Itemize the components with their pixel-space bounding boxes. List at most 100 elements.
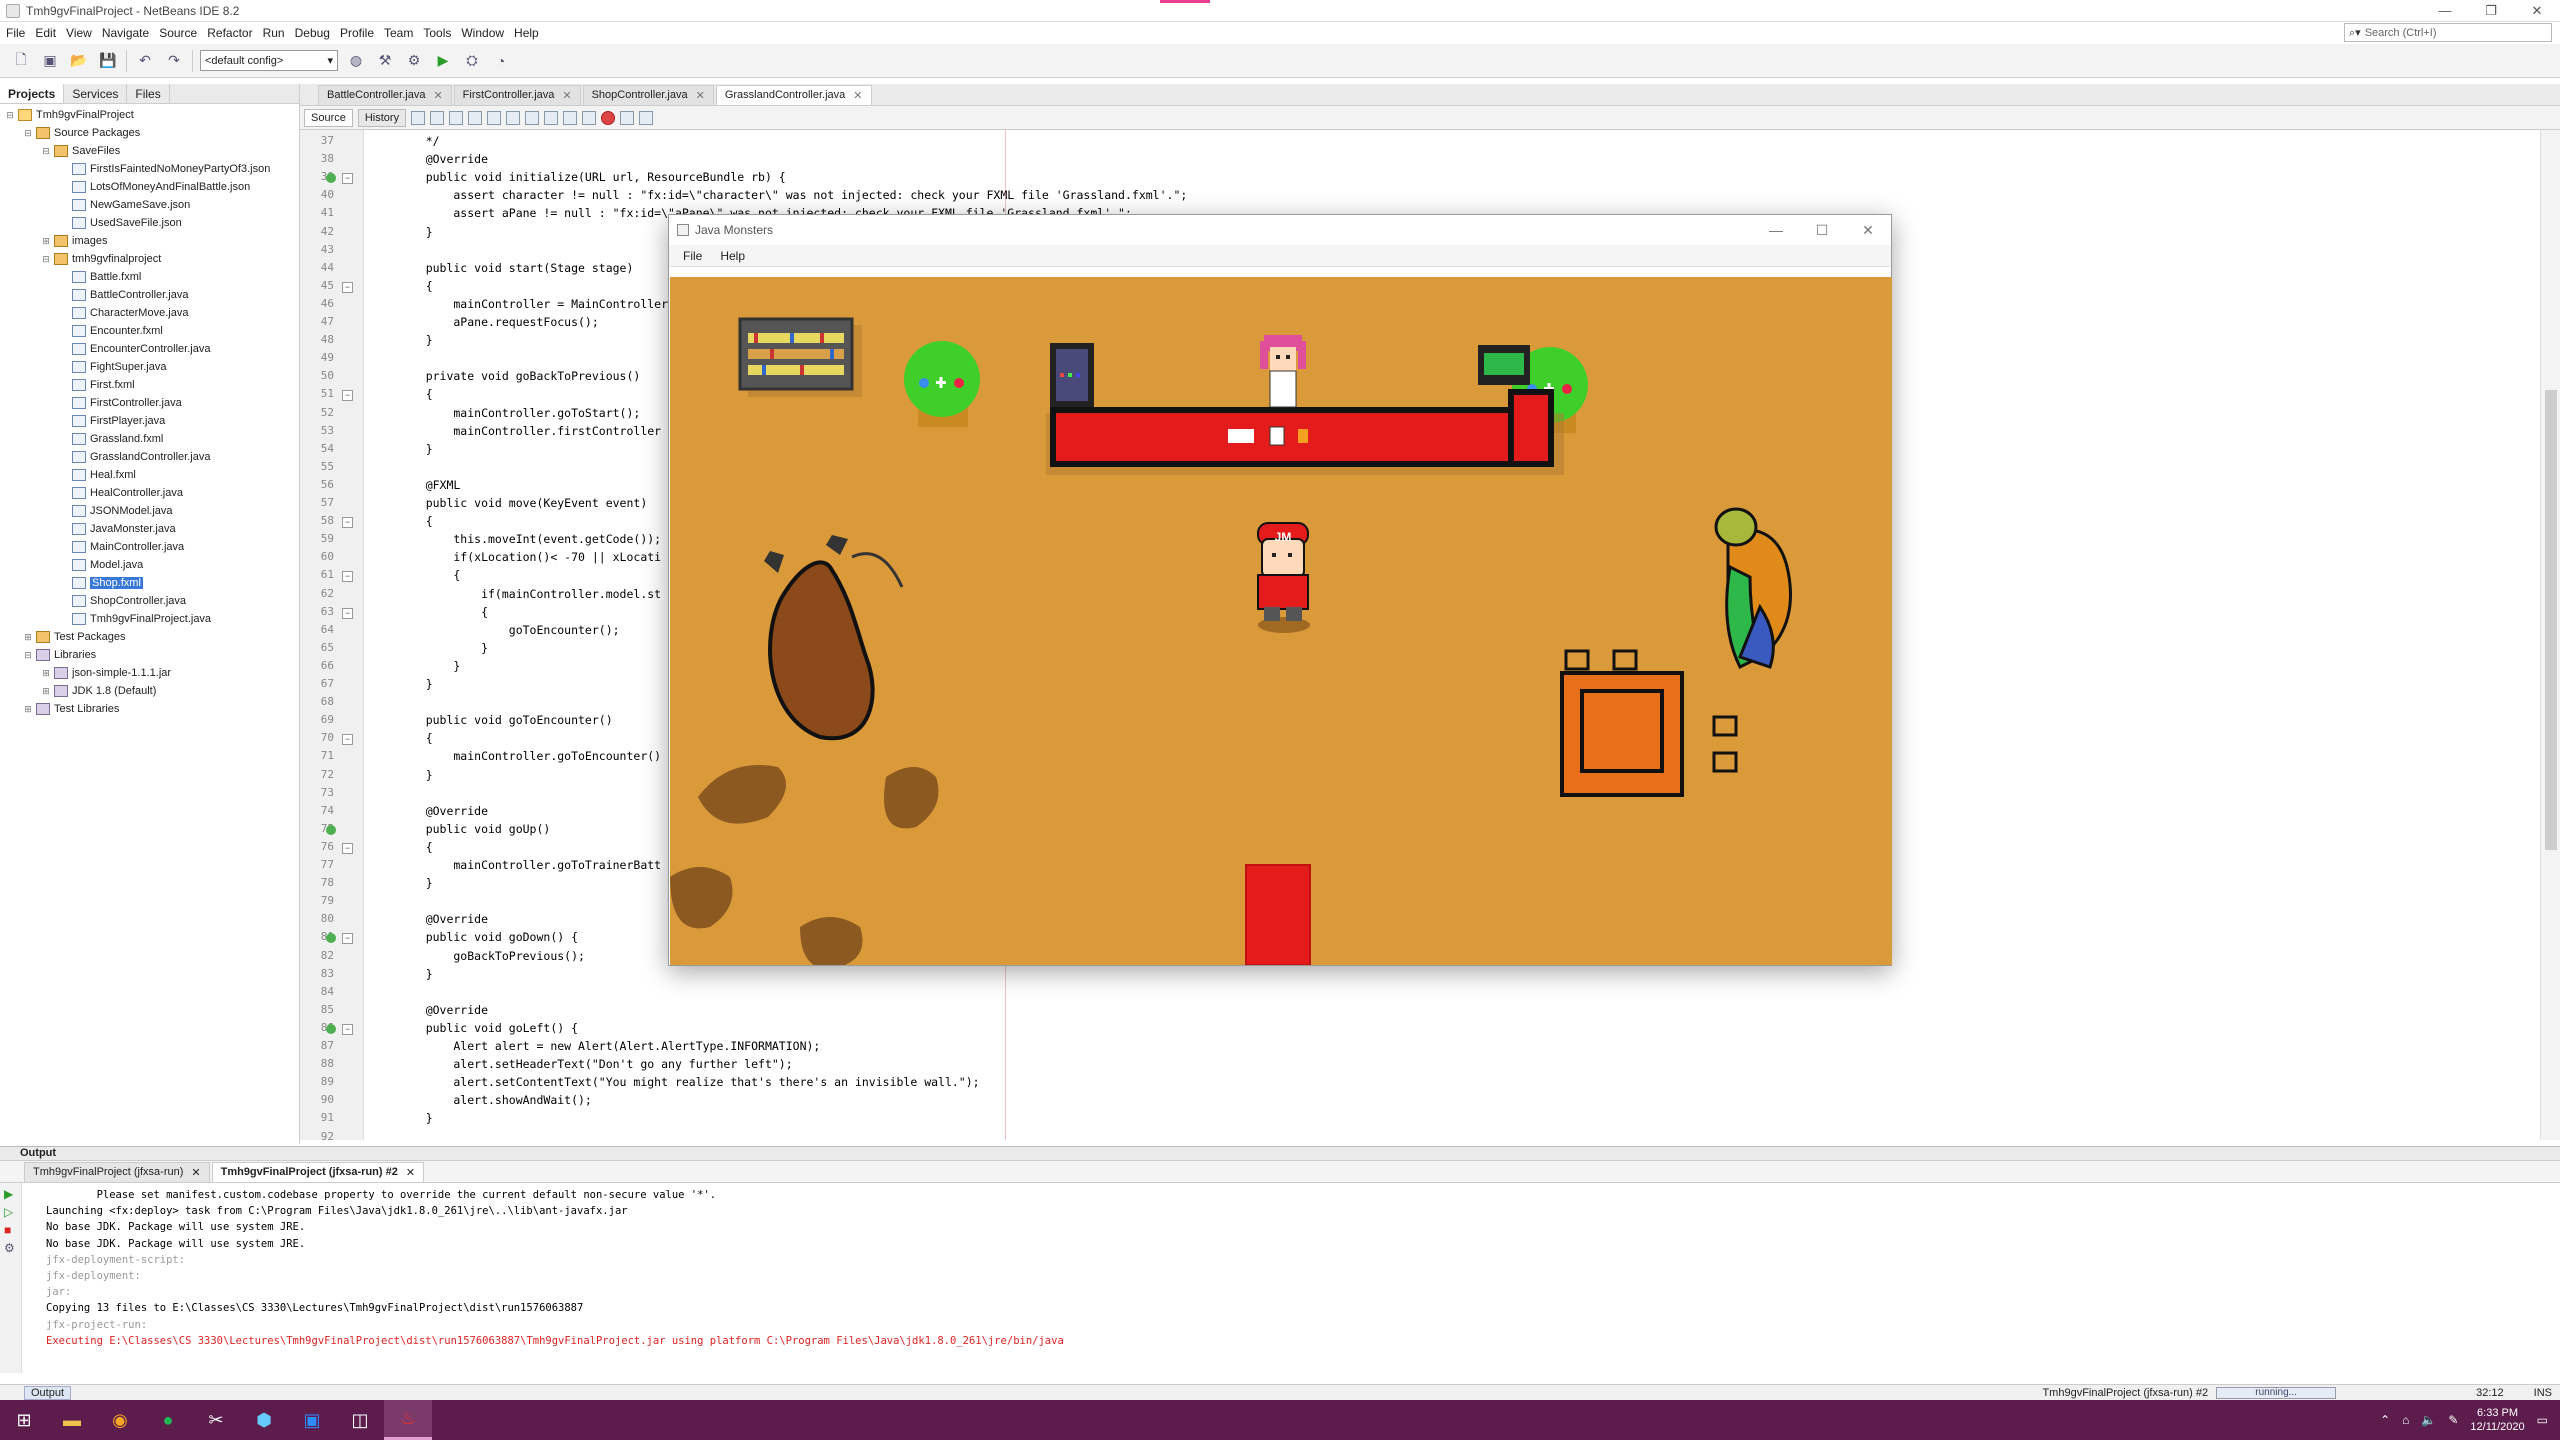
tree-node[interactable]: Grassland.fxml: [0, 430, 299, 448]
bookmark-icon[interactable]: [525, 110, 540, 125]
search-input[interactable]: ⌕▾ Search (Ctrl+I): [2344, 23, 2552, 42]
scroll-thumb[interactable]: [2545, 390, 2557, 850]
close-tab-icon[interactable]: ✕: [562, 89, 571, 102]
record-macro-icon[interactable]: [601, 110, 616, 125]
tree-node[interactable]: NewGameSave.json: [0, 196, 299, 214]
tree-node[interactable]: ⊟ Libraries: [0, 646, 299, 664]
menu-navigate[interactable]: Navigate: [102, 26, 149, 40]
menu-edit[interactable]: Edit: [35, 26, 56, 40]
close-tab-icon[interactable]: ✕: [406, 1166, 415, 1179]
tray-overflow-icon[interactable]: ⌃: [2380, 1413, 2390, 1427]
tree-node[interactable]: ⊞ JDK 1.8 (Default): [0, 682, 299, 700]
tree-node[interactable]: FirstController.java: [0, 394, 299, 412]
tree-node[interactable]: HealController.java: [0, 484, 299, 502]
save-all-icon[interactable]: 💾: [97, 50, 119, 72]
menu-window[interactable]: Window: [461, 26, 504, 40]
tree-node[interactable]: ⊞ Test Packages: [0, 628, 299, 646]
rerun-with-options-icon[interactable]: ▷: [4, 1205, 17, 1219]
pen-icon[interactable]: ✎: [2448, 1413, 2458, 1427]
editor-tab[interactable]: FirstController.java ✕: [453, 85, 581, 105]
game-window[interactable]: Java Monsters — ☐ ✕ File Help JM: [668, 214, 1892, 966]
override-marker-icon[interactable]: [326, 173, 336, 184]
spotify-icon[interactable]: ●: [144, 1400, 192, 1440]
tree-node[interactable]: MainController.java: [0, 538, 299, 556]
new-file-icon[interactable]: 🗋: [10, 50, 32, 72]
rerun-icon[interactable]: ▶: [4, 1187, 17, 1201]
menu-profile[interactable]: Profile: [340, 26, 374, 40]
tree-node[interactable]: ⊟ Tmh9gvFinalProject: [0, 106, 299, 124]
close-tab-icon[interactable]: ✕: [696, 89, 705, 102]
back-icon[interactable]: [411, 110, 426, 125]
output-tab[interactable]: Tmh9gvFinalProject (jfxsa-run) #2 ✕: [211, 1162, 425, 1182]
firefox-icon[interactable]: ◉: [96, 1400, 144, 1440]
expand-toggle-icon[interactable]: ⊞: [22, 704, 34, 715]
editor-tab[interactable]: GrasslandController.java ✕: [715, 85, 872, 105]
globe-icon[interactable]: ◍: [345, 50, 367, 72]
tree-node[interactable]: ⊟ Source Packages: [0, 124, 299, 142]
notifications-icon[interactable]: ▭: [2537, 1413, 2548, 1427]
clock[interactable]: 6:33 PM 12/11/2020: [2470, 1406, 2524, 1434]
undo-icon[interactable]: ↶: [134, 50, 156, 72]
tree-node[interactable]: GrasslandController.java: [0, 448, 299, 466]
tree-node[interactable]: LotsOfMoneyAndFinalBattle.json: [0, 178, 299, 196]
volume-icon[interactable]: 🔈: [2421, 1413, 2436, 1427]
clean-build-icon[interactable]: ⚙: [403, 50, 425, 72]
history-tab[interactable]: History: [357, 108, 407, 127]
fold-toggle-icon[interactable]: −: [342, 607, 353, 619]
debug-icon[interactable]: ⛭: [461, 50, 483, 72]
menu-tools[interactable]: Tools: [423, 26, 451, 40]
tree-node[interactable]: ⊞ json-simple-1.1.1.jar: [0, 664, 299, 682]
tree-node[interactable]: JavaMonster.java: [0, 520, 299, 538]
stop-icon[interactable]: ■: [4, 1223, 17, 1237]
tree-node[interactable]: Heal.fxml: [0, 466, 299, 484]
snipping-tool-icon[interactable]: ✂: [192, 1400, 240, 1440]
menu-debug[interactable]: Debug: [295, 26, 330, 40]
override-marker-icon[interactable]: [326, 933, 336, 944]
network-icon[interactable]: ⌂: [2402, 1413, 2409, 1427]
file-explorer-icon[interactable]: ▬: [48, 1400, 96, 1440]
fold-toggle-icon[interactable]: −: [342, 1023, 353, 1035]
tab-projects[interactable]: Projects: [0, 84, 65, 103]
output-toggle-button[interactable]: Output: [24, 1385, 72, 1400]
tree-node[interactable]: EncounterController.java: [0, 340, 299, 358]
expand-toggle-icon[interactable]: ⊞: [40, 236, 52, 247]
expand-toggle-icon[interactable]: ⊞: [40, 686, 52, 697]
minimize-button[interactable]: —: [2422, 3, 2468, 19]
fold-toggle-icon[interactable]: −: [342, 517, 353, 529]
menu-view[interactable]: View: [66, 26, 92, 40]
fold-toggle-icon[interactable]: −: [342, 281, 353, 293]
expand-toggle-icon[interactable]: ⊟: [22, 650, 34, 661]
shop-scene[interactable]: JM: [670, 277, 1892, 965]
tree-node[interactable]: ⊟ tmh9gvfinalproject: [0, 250, 299, 268]
toggle-highlight-icon[interactable]: [506, 110, 521, 125]
expand-toggle-icon[interactable]: ⊟: [40, 254, 52, 265]
fold-toggle-icon[interactable]: −: [342, 173, 353, 185]
game-minimize-button[interactable]: —: [1753, 222, 1799, 239]
expand-toggle-icon[interactable]: ⊞: [22, 632, 34, 643]
tree-node[interactable]: ⊟ SaveFiles: [0, 142, 299, 160]
find-next-icon[interactable]: [487, 110, 502, 125]
new-project-icon[interactable]: ▣: [39, 50, 61, 72]
tree-node[interactable]: Shop.fxml: [0, 574, 299, 592]
editor-scrollbar[interactable]: [2540, 130, 2560, 1140]
shift-left-icon[interactable]: [544, 110, 559, 125]
override-marker-icon[interactable]: [326, 824, 336, 835]
expand-toggle-icon[interactable]: ⊟: [4, 110, 16, 121]
tree-node[interactable]: Battle.fxml: [0, 268, 299, 286]
editor-tab[interactable]: BattleController.java ✕: [318, 85, 452, 105]
tab-services[interactable]: Services: [64, 84, 128, 103]
close-tab-icon[interactable]: ✕: [433, 89, 442, 102]
menu-help[interactable]: Help: [514, 26, 539, 40]
tree-node[interactable]: Encounter.fxml: [0, 322, 299, 340]
tree-node[interactable]: BattleController.java: [0, 286, 299, 304]
game-window-titlebar[interactable]: Java Monsters — ☐ ✕: [669, 215, 1891, 245]
tree-node[interactable]: FirstIsFaintedNoMoneyPartyOf3.json: [0, 160, 299, 178]
shift-right-icon[interactable]: [563, 110, 578, 125]
override-marker-icon[interactable]: [326, 1023, 336, 1034]
menu-run[interactable]: Run: [263, 26, 285, 40]
profile-icon[interactable]: ◔: [490, 50, 512, 72]
game-menu-help[interactable]: Help: [720, 249, 745, 263]
tree-node[interactable]: FightSuper.java: [0, 358, 299, 376]
netbeans-taskbar-icon[interactable]: ◫: [336, 1400, 384, 1440]
game-menu-file[interactable]: File: [683, 249, 702, 263]
